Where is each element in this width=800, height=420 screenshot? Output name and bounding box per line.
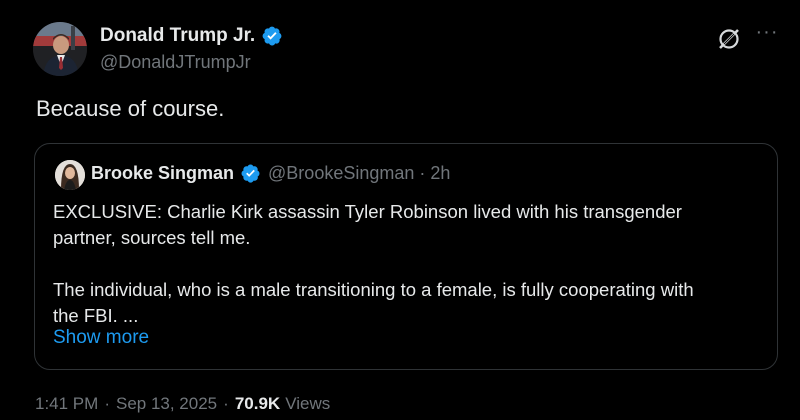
quoted-author-name[interactable]: Brooke Singman	[91, 163, 234, 184]
post-text: Because of course.	[36, 96, 225, 121]
more-icon[interactable]: ···	[752, 22, 782, 46]
author-avatar[interactable]	[33, 22, 87, 76]
views-label: Views	[285, 394, 331, 413]
quoted-avatar-photo	[55, 160, 85, 190]
quoted-text-line: The individual, who is a male transition…	[53, 279, 694, 300]
author-name[interactable]: Donald Trump Jr.	[100, 25, 255, 47]
quoted-text-line: EXCLUSIVE: Charlie Kirk assassin Tyler R…	[53, 201, 682, 222]
quoted-text: EXCLUSIVE: Charlie Kirk assassin Tyler R…	[53, 199, 765, 329]
separator-dot: ·	[419, 163, 426, 183]
quoted-header: Brooke Singman @BrookeSingman · 2h	[91, 163, 450, 184]
quoted-author-avatar[interactable]	[55, 160, 85, 190]
post-time[interactable]: 1:41 PM	[35, 394, 98, 414]
verified-badge-icon	[262, 26, 282, 46]
avatar-photo	[33, 22, 87, 76]
author-handle[interactable]: @DonaldJTrumpJr	[100, 52, 251, 73]
post-date[interactable]: Sep 13, 2025	[116, 394, 217, 414]
quoted-author-handle[interactable]: @BrookeSingman	[268, 163, 414, 184]
verified-badge-icon	[241, 164, 260, 183]
show-more-link[interactable]: Show more	[53, 327, 149, 349]
quoted-text-line: the FBI. ...	[53, 305, 139, 326]
quoted-text-line: partner, sources tell me.	[53, 227, 251, 248]
separator-dot: ·	[223, 394, 229, 413]
separator-dot: ·	[104, 394, 110, 413]
grok-icon[interactable]	[716, 26, 742, 52]
quoted-timestamp[interactable]: 2h	[430, 163, 450, 184]
author-name-row[interactable]: Donald Trump Jr.	[100, 25, 283, 47]
post-meta: 1:41 PM · Sep 13, 2025 · 70.9K Views	[35, 394, 330, 414]
post-card: Donald Trump Jr. @DonaldJTrumpJr ··· Bec…	[0, 0, 800, 420]
quoted-post[interactable]: Brooke Singman @BrookeSingman · 2h EXCLU…	[34, 143, 778, 370]
views-count: 70.9K	[234, 394, 281, 413]
